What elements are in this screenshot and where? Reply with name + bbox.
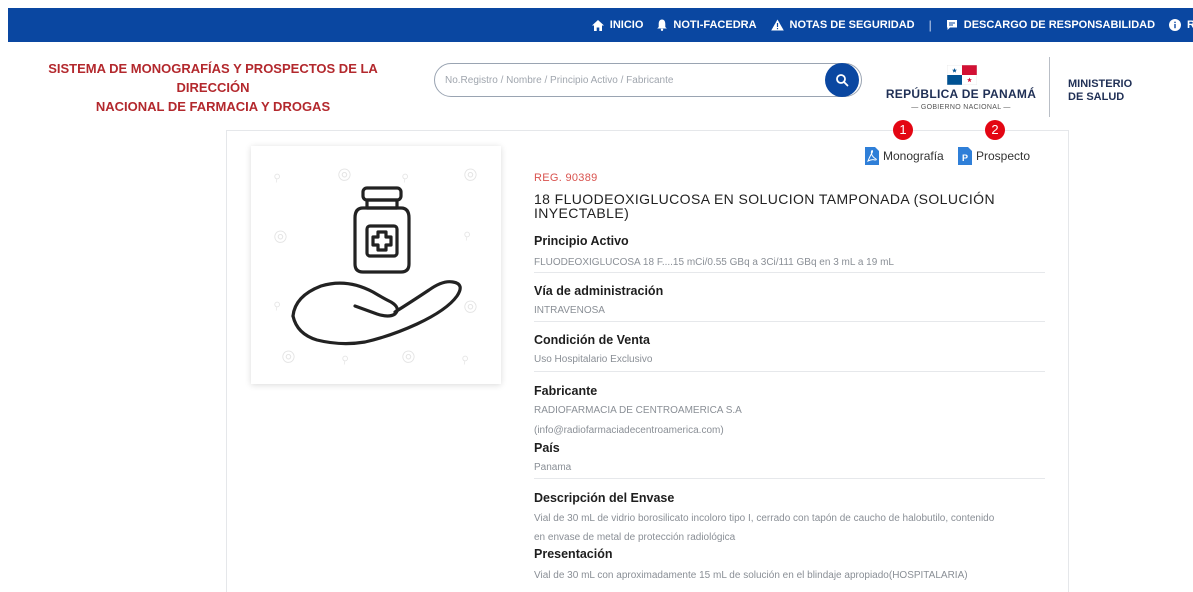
fabricante-email: (info@radiofarmaciadecentroamerica.com) bbox=[534, 425, 724, 436]
product-name: 18 FLUODEOXIGLUCOSA EN SOLUCION TAMPONAD… bbox=[534, 192, 1014, 220]
gobierno-label: — GOBIERNO NACIONAL — bbox=[911, 104, 1011, 111]
via-administracion-label: Vía de administración bbox=[534, 284, 664, 298]
prospecto-icon: P bbox=[958, 147, 972, 165]
system-title: SISTEMA DE MONOGRAFÍAS Y PROSPECTOS DE L… bbox=[18, 59, 408, 116]
nav-info-label: R bbox=[1187, 19, 1193, 31]
ministerio-logo: MINISTERIO DE SALUD bbox=[1068, 78, 1132, 104]
prospecto-label: Prospecto bbox=[976, 149, 1031, 163]
descripcion-envase-label: Descripción del Envase bbox=[534, 491, 675, 505]
panama-flag-icon bbox=[947, 65, 977, 85]
presentacion-label: Presentación bbox=[534, 547, 613, 561]
top-nav: INICIO NOTI-FACEDRA NOTAS DE SEGURIDAD |… bbox=[8, 8, 1193, 42]
nav-notas-label: NOTAS DE SEGURIDAD bbox=[789, 19, 915, 31]
search-button[interactable] bbox=[825, 63, 859, 97]
monografia-label: Monografía bbox=[883, 149, 944, 163]
prospecto-icon-letter: P bbox=[962, 153, 968, 163]
message-icon bbox=[946, 20, 957, 30]
pdf-icon bbox=[865, 147, 879, 165]
nav-noti-label: NOTI-FACEDRA bbox=[673, 19, 757, 31]
nav-separator: | bbox=[928, 18, 932, 32]
warning-icon bbox=[770, 19, 784, 31]
prospecto-link[interactable]: P Prospecto bbox=[958, 147, 1030, 165]
fabricante-value: RADIOFARMACIA DE CENTROAMERICA S.A bbox=[534, 405, 742, 416]
nav-noti-facedra[interactable]: NOTI-FACEDRA bbox=[657, 19, 757, 31]
via-administracion-value: INTRAVENOSA bbox=[534, 305, 605, 316]
registration-number: REG. 90389 bbox=[534, 172, 598, 184]
badge-monografia: 1 bbox=[893, 120, 913, 140]
ministerio-line2: DE SALUD bbox=[1068, 91, 1125, 103]
search-icon bbox=[836, 74, 849, 87]
pais-value: Panama bbox=[534, 462, 572, 473]
nav-notas-seguridad[interactable]: NOTAS DE SEGURIDAD bbox=[770, 19, 915, 31]
product-name-line2: INYECTABLE) bbox=[534, 205, 630, 221]
app-root: INICIO NOTI-FACEDRA NOTAS DE SEGURIDAD |… bbox=[0, 0, 1193, 592]
pais-label: País bbox=[534, 441, 560, 455]
medicine-hand-icon bbox=[291, 186, 462, 346]
divider bbox=[534, 478, 1045, 479]
principio-activo-value: FLUODEOXIGLUCOSA 18 F....15 mCi/0.55 GBq… bbox=[534, 257, 894, 268]
fabricante-label: Fabricante bbox=[534, 384, 598, 398]
product-name-line1: 18 FLUODEOXIGLUCOSA EN SOLUCION TAMPONAD… bbox=[534, 191, 995, 207]
search-box bbox=[434, 63, 862, 97]
product-image: ⌕ ◎ ⌕ ◎ ◎ ⌕ ⌕ ◎ ◎ ⌕ ◎ ⌕ bbox=[251, 146, 501, 384]
nav-inicio[interactable]: INICIO bbox=[591, 19, 644, 31]
principio-activo-label: Principio Activo bbox=[534, 234, 629, 248]
home-icon bbox=[591, 19, 604, 31]
monografia-link[interactable]: Monografía bbox=[865, 147, 944, 165]
presentacion-value: Vial de 30 mL con aproximadamente 15 mL … bbox=[534, 570, 968, 581]
top-nav-bar: INICIO NOTI-FACEDRA NOTAS DE SEGURIDAD |… bbox=[0, 0, 1193, 42]
condicion-venta-value: Uso Hospitalario Exclusivo bbox=[534, 354, 653, 365]
system-title-line1: SISTEMA DE MONOGRAFÍAS Y PROSPECTOS DE L… bbox=[48, 61, 378, 95]
nav-inicio-label: INICIO bbox=[609, 19, 644, 31]
condicion-venta-label: Condición de Venta bbox=[534, 333, 650, 347]
nav-info[interactable]: R bbox=[1169, 19, 1193, 31]
descripcion-envase-value-1: Vial de 30 mL de vidrio borosilicato inc… bbox=[534, 513, 995, 524]
search-input[interactable] bbox=[445, 64, 815, 96]
header-divider bbox=[1049, 57, 1050, 117]
descripcion-envase-value-2: en envase de metal de protección radioló… bbox=[534, 532, 736, 543]
info-icon bbox=[1169, 19, 1182, 31]
divider bbox=[534, 321, 1045, 322]
nav-descargo-label: DESCARGO DE RESPONSABILIDAD bbox=[963, 19, 1156, 31]
divider bbox=[534, 371, 1045, 372]
divider bbox=[534, 272, 1045, 273]
republica-label: REPÚBLICA DE PANAMÁ bbox=[885, 87, 1037, 101]
ministerio-line1: MINISTERIO bbox=[1068, 78, 1133, 90]
system-title-line2: NACIONAL DE FARMACIA Y DROGAS bbox=[95, 99, 331, 114]
badge-prospecto: 2 bbox=[985, 120, 1005, 140]
bell-icon bbox=[657, 19, 668, 31]
nav-descargo[interactable]: DESCARGO DE RESPONSABILIDAD bbox=[946, 19, 1155, 31]
